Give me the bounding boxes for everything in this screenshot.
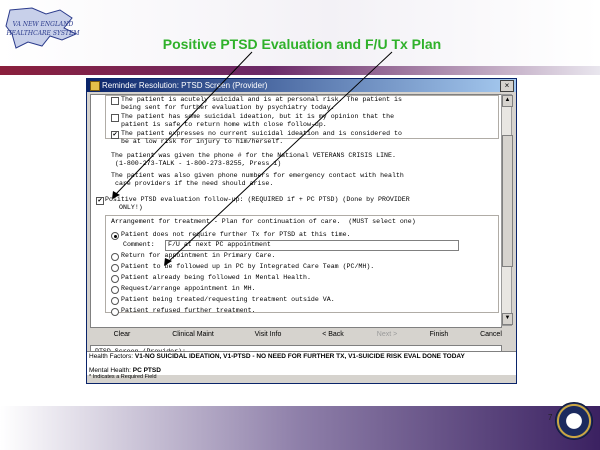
finish-button[interactable]: Finish xyxy=(418,329,460,341)
reminder-dialog: Reminder Resolution: PTSD Screen (Provid… xyxy=(86,78,517,384)
logo-text: VA NEW ENGLAND HEALTHCARE SYSTEM xyxy=(6,21,80,37)
visit-info-button[interactable]: Visit Info xyxy=(242,329,294,341)
option-acutely-suicidal-line1: The patient is acutely suicidal and is a… xyxy=(121,96,402,103)
emergency-contact-text-1: The patient was also given phone numbers… xyxy=(111,172,404,179)
arrangement-option-request-mh-radio[interactable] xyxy=(111,286,119,294)
crisis-line-text-1: The patient was given the phone # for th… xyxy=(111,152,396,159)
arrangement-option-return-pc-label: Return for appointment in Primary Care. xyxy=(121,252,276,259)
emergency-contact-text-2: care providers if the need should arise. xyxy=(115,180,274,187)
health-factors-label: Health Factors: xyxy=(89,353,134,360)
content-scrollbar[interactable]: ▲ ▼ xyxy=(501,94,513,326)
top-accent-stripe xyxy=(0,66,600,75)
arrangement-option-followed-mh-radio[interactable] xyxy=(111,275,119,283)
option-some-ideation-checkbox[interactable] xyxy=(111,114,119,122)
va-new-england-logo: VA NEW ENGLAND HEALTHCARE SYSTEM xyxy=(2,4,84,62)
arrangement-option-outside-va-label: Patient being treated/requesting treatme… xyxy=(121,296,335,303)
health-factors-panel: Health Factors: V1-NO SUICIDAL IDEATION,… xyxy=(87,351,516,375)
back-button[interactable]: < Back xyxy=(312,329,354,341)
arrangement-option-return-pc-radio[interactable] xyxy=(111,253,119,261)
next-button[interactable]: Next > xyxy=(366,329,408,341)
arrangement-option-integrated-care-radio[interactable] xyxy=(111,264,119,272)
followup-checkbox[interactable]: ✔ xyxy=(96,197,104,205)
arrangement-option-refused-label: Patient refused further treatment. xyxy=(121,307,256,314)
top-banner xyxy=(0,0,600,70)
health-factors-line: Health Factors: V1-NO SUICIDAL IDEATION,… xyxy=(89,353,465,360)
scroll-up-icon[interactable]: ▲ xyxy=(502,95,513,107)
option-acutely-suicidal-checkbox[interactable] xyxy=(111,97,119,105)
arrangement-option-followed-mh-label: Patient already being followed in Mental… xyxy=(121,274,311,281)
clear-button[interactable]: Clear xyxy=(102,329,142,341)
arrangement-option-no-tx-label: Patient does not require further Tx for … xyxy=(121,231,351,238)
dialog-title: Reminder Resolution: PTSD Screen (Provid… xyxy=(102,81,268,90)
slide-title: Positive PTSD Evaluation and F/U Tx Plan xyxy=(162,36,442,52)
comment-field[interactable]: F/U at next PC appointment xyxy=(165,240,459,251)
arrangement-header: Arrangement for treatment - Plan for con… xyxy=(111,218,416,225)
mental-health-label: Mental Health: xyxy=(89,367,131,374)
health-factors-value: V1-NO SUICIDAL IDEATION, V1-PTSD - NO NE… xyxy=(134,353,465,360)
mental-health-value: PC PTSD xyxy=(132,367,161,374)
arrangement-option-no-tx-radio[interactable] xyxy=(111,232,119,240)
arrangement-option-refused-radio[interactable] xyxy=(111,308,119,316)
app-icon xyxy=(90,81,100,91)
dialog-button-row: Clear Clinical Maint Visit Info < Back N… xyxy=(90,329,512,343)
page-number: 7 xyxy=(548,413,553,422)
cancel-button[interactable]: Cancel xyxy=(470,329,512,341)
followup-label-line1: Positive PTSD evaluation follow-up: (REQ… xyxy=(105,196,410,203)
va-seal-icon xyxy=(555,402,593,440)
option-no-ideation-line1: The patient expresses no current suicida… xyxy=(121,130,402,137)
comment-label: Comment: xyxy=(123,241,155,248)
followup-label-line2: ONLY!) xyxy=(119,204,143,211)
clinical-maint-button[interactable]: Clinical Maint xyxy=(162,329,224,341)
bottom-banner xyxy=(0,406,600,450)
option-no-ideation-checkbox[interactable]: ✔ xyxy=(111,131,119,139)
required-field-note: * Indicates a Required Field xyxy=(89,374,157,380)
dialog-titlebar[interactable]: Reminder Resolution: PTSD Screen (Provid… xyxy=(87,79,516,92)
option-acutely-suicidal-line2: being sent for further evaluation by psy… xyxy=(121,104,335,111)
option-some-ideation-line2: patient is safe to return home with clos… xyxy=(121,121,327,128)
close-button[interactable]: × xyxy=(500,80,514,92)
scroll-thumb[interactable] xyxy=(502,135,513,267)
arrangement-option-request-mh-label: Request/arrange appointment in MH. xyxy=(121,285,256,292)
option-some-ideation-line1: The patient has some suicidal ideation, … xyxy=(121,113,395,120)
comment-value: F/U at next PC appointment xyxy=(168,241,271,248)
reminder-content-pane: The patient is acutely suicidal and is a… xyxy=(90,94,502,328)
option-no-ideation-line2: be at low risk for injury to him/herself… xyxy=(121,138,284,145)
mental-health-line: Mental Health: PC PTSD xyxy=(89,367,161,374)
arrangement-option-outside-va-radio[interactable] xyxy=(111,297,119,305)
crisis-line-text-2: (1-800-273-TALK - 1-800-273-8255, Press … xyxy=(115,160,282,167)
arrangement-option-integrated-care-label: Patient to be followed up in PC by Integ… xyxy=(121,263,375,270)
scroll-down-icon[interactable]: ▼ xyxy=(502,313,513,325)
